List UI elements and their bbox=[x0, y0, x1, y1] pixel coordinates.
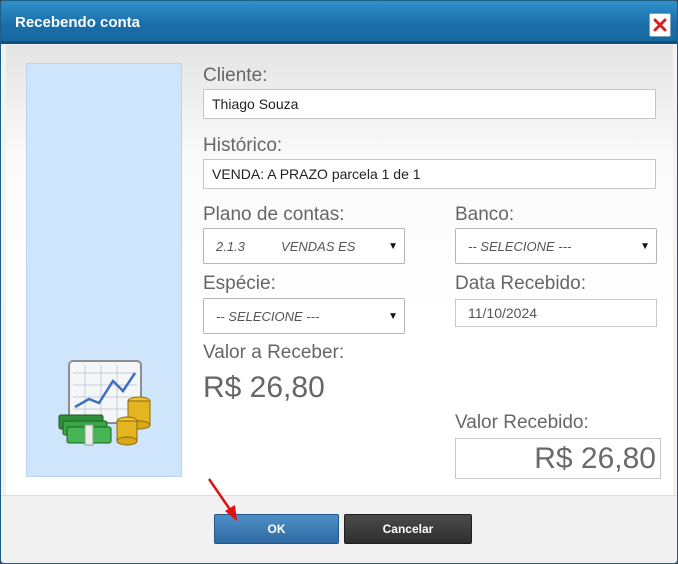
banco-select[interactable]: -- SELECIONE --- ▼ bbox=[455, 228, 657, 264]
banco-value: -- SELECIONE --- bbox=[468, 238, 572, 254]
data-recebido-field[interactable]: 11/10/2024 bbox=[455, 299, 657, 327]
side-panel bbox=[26, 63, 182, 477]
close-button[interactable] bbox=[649, 13, 671, 37]
valor-receber-label: Valor a Receber: bbox=[203, 342, 345, 363]
dropdown-caret-icon: ▼ bbox=[388, 241, 398, 252]
especie-label: Espécie: bbox=[203, 273, 276, 294]
historico-label: Histórico: bbox=[203, 135, 283, 156]
especie-select[interactable]: -- SELECIONE --- ▼ bbox=[203, 298, 405, 334]
especie-value: -- SELECIONE --- bbox=[216, 308, 320, 324]
cancel-button[interactable]: Cancelar bbox=[344, 514, 472, 544]
red-arrow-icon bbox=[207, 478, 237, 521]
data-recebido-label: Data Recebido: bbox=[455, 273, 586, 294]
valor-recebido-field[interactable]: R$ 26,80 bbox=[455, 438, 661, 479]
dialog-footer bbox=[1, 495, 677, 563]
dialog-title: Recebendo conta bbox=[15, 14, 141, 31]
plano-contas-value: 2.1.3 VENDAS ES bbox=[216, 238, 356, 254]
dropdown-caret-icon: ▼ bbox=[388, 311, 398, 322]
receive-account-dialog: Recebendo conta Cliente: Thiago Souza Hi… bbox=[0, 0, 678, 564]
valor-receber-value: R$ 26,80 bbox=[203, 371, 325, 404]
plano-contas-label: Plano de contas: bbox=[203, 204, 345, 225]
valor-recebido-label: Valor Recebido: bbox=[455, 412, 589, 433]
historico-field[interactable]: VENDA: A PRAZO parcela 1 de 1 bbox=[203, 159, 656, 189]
dialog-titlebar[interactable]: Recebendo conta bbox=[1, 1, 677, 44]
close-x-icon bbox=[653, 18, 667, 32]
cliente-label: Cliente: bbox=[203, 65, 268, 86]
money-chart-icon bbox=[58, 360, 151, 446]
plano-contas-select[interactable]: 2.1.3 VENDAS ES ▼ bbox=[203, 228, 405, 264]
dropdown-caret-icon: ▼ bbox=[640, 241, 650, 252]
cliente-field[interactable]: Thiago Souza bbox=[203, 89, 656, 119]
banco-label: Banco: bbox=[455, 204, 515, 225]
